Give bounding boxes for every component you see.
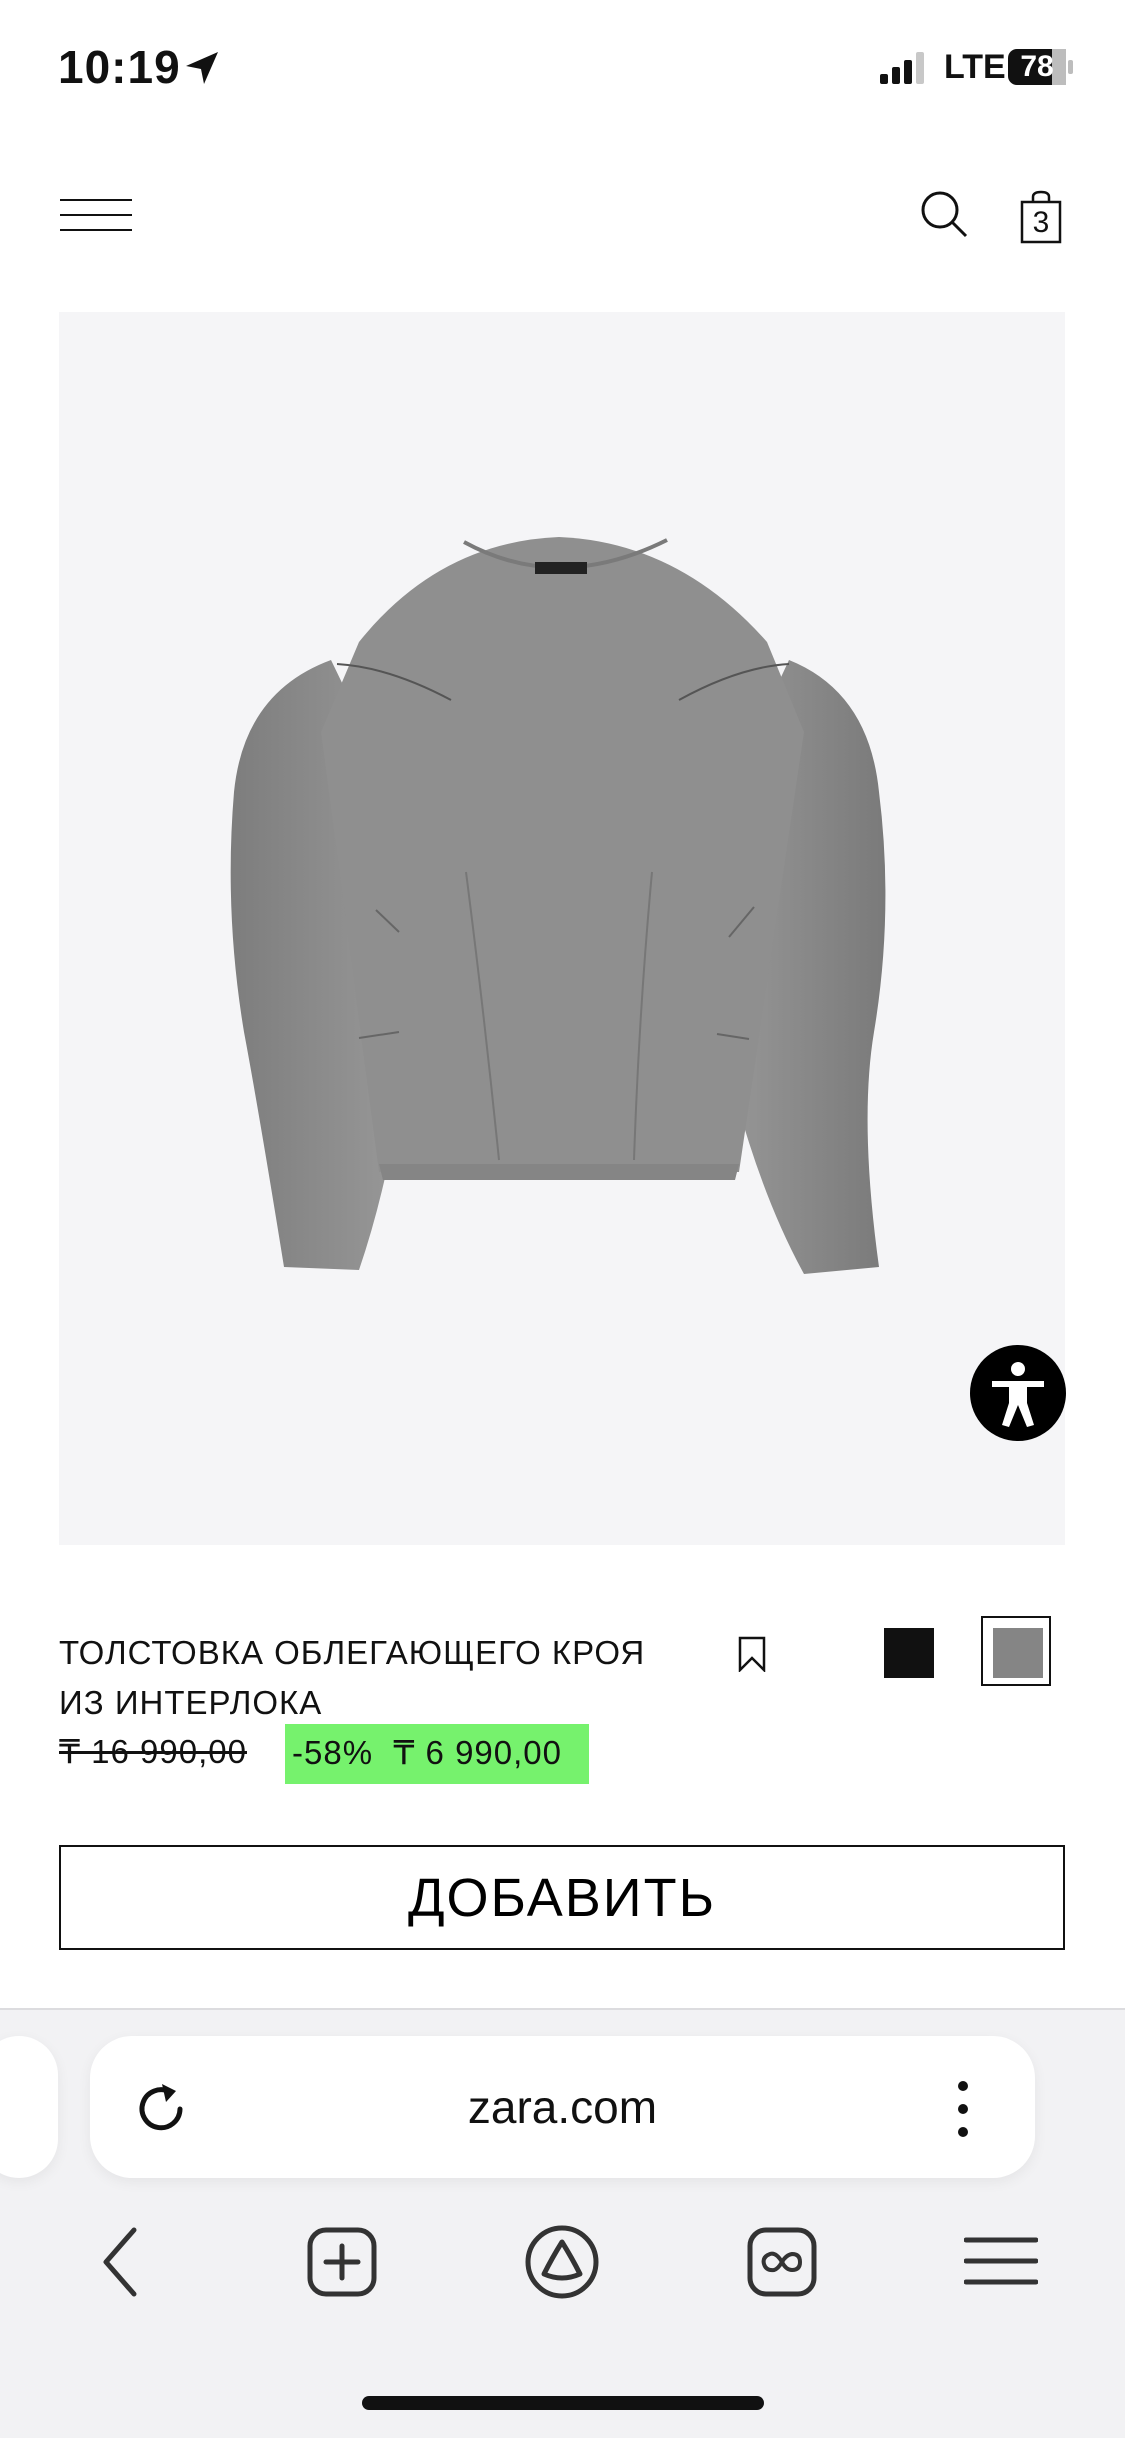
cart-count: 3 — [1032, 206, 1050, 239]
hamburger-menu-icon[interactable] — [60, 198, 132, 232]
alice-assistant-icon[interactable] — [524, 2224, 600, 2300]
battery-indicator: 78 — [1008, 48, 1074, 86]
color-swatch-black[interactable] — [884, 1628, 934, 1678]
product-title-line-1: ТОЛСТОВКА ОБЛЕГАЮЩЕГО КРОЯ — [59, 1634, 646, 1671]
product-image[interactable] — [59, 312, 1065, 1545]
new-tab-icon[interactable] — [306, 2226, 378, 2298]
network-type: LTE — [944, 48, 1006, 86]
back-arrow-icon[interactable] — [92, 2222, 152, 2302]
color-swatch-grey[interactable] — [993, 1628, 1043, 1678]
add-to-cart-button[interactable]: ДОБАВИТЬ — [59, 1845, 1065, 1950]
tabs-icon[interactable] — [746, 2226, 818, 2298]
sweatshirt-illustration — [230, 537, 886, 1274]
cellular-signal-icon — [880, 52, 924, 84]
search-icon[interactable] — [920, 190, 968, 238]
product-title: ТОЛСТОВКА ОБЛЕГАЮЩЕГО КРОЯ ИЗ ИНТЕРЛОКА — [59, 1628, 709, 1728]
more-options-icon[interactable] — [948, 2078, 978, 2140]
location-arrow-icon — [186, 52, 218, 84]
browser-menu-icon[interactable] — [964, 2236, 1038, 2286]
product-title-line-2: ИЗ ИНТЕРЛОКА — [59, 1684, 323, 1721]
discount-percent: -58% — [292, 1734, 374, 1771]
sale-price: ₸ 6 990,00 — [393, 1734, 563, 1771]
accessibility-button[interactable] — [970, 1345, 1066, 1441]
home-indicator[interactable] — [362, 2396, 764, 2410]
bookmark-icon[interactable] — [738, 1636, 766, 1672]
accessibility-icon — [992, 1362, 1044, 1427]
battery-level: 78 — [1020, 50, 1054, 83]
sale-price-group: -58% ₸ 6 990,00 — [292, 1733, 562, 1772]
status-time: 10:19 — [58, 41, 181, 93]
shopping-bag-button[interactable]: 3 — [1018, 190, 1064, 244]
old-price: ₸ 16 990,00 — [59, 1733, 247, 1770]
